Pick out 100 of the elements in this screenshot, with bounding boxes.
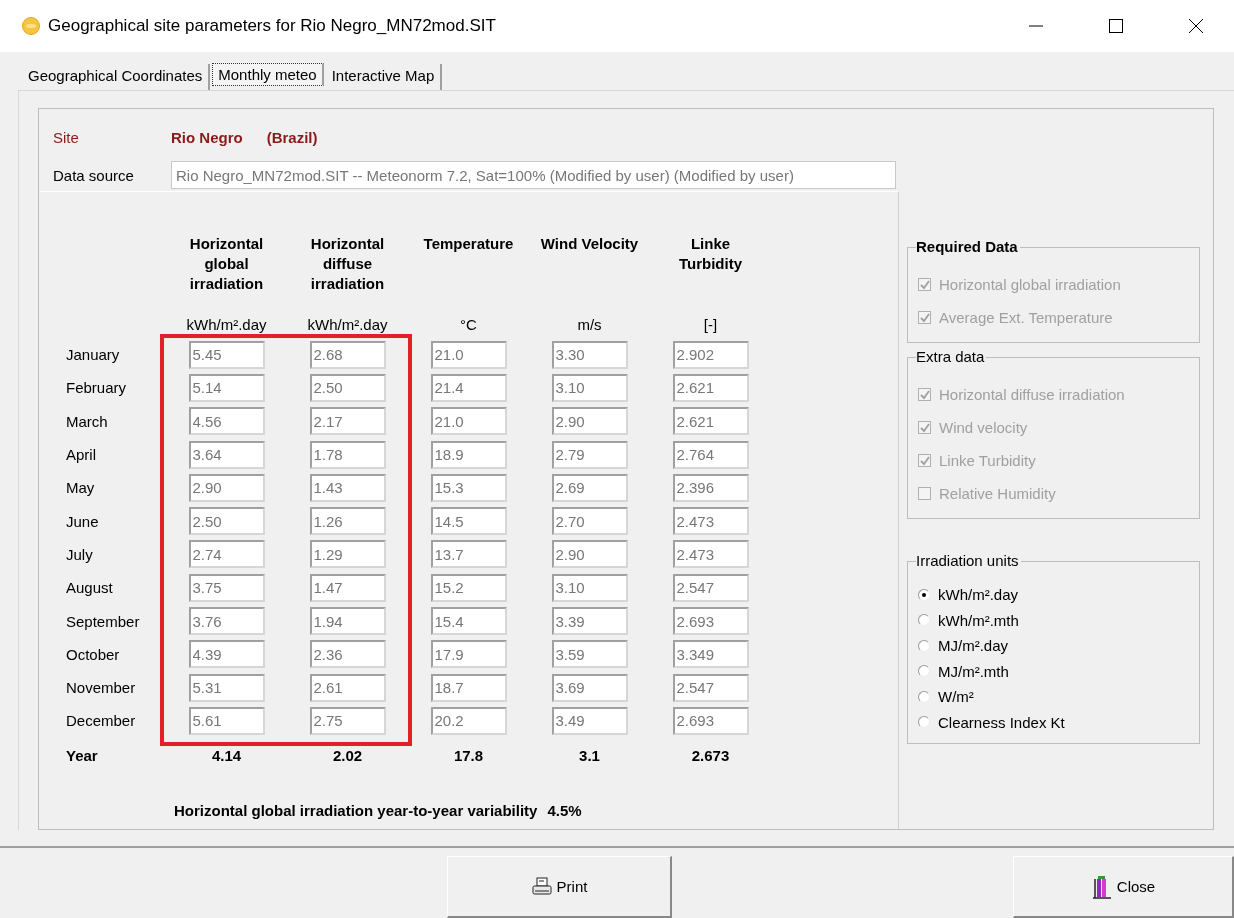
value-field[interactable]: 3.10 — [551, 373, 628, 402]
value-field[interactable]: 2.473 — [672, 540, 749, 569]
value-field[interactable]: 3.76 — [188, 607, 265, 635]
radio-button[interactable] — [918, 588, 930, 601]
value-field[interactable]: 2.74 — [188, 540, 265, 569]
value-field[interactable]: 2.70 — [551, 507, 628, 536]
value-field[interactable]: 2.693 — [672, 607, 749, 635]
month-label: April — [65, 446, 97, 464]
checkbox-label: Relative Humidity — [939, 485, 1056, 502]
value-field[interactable]: 3.30 — [551, 340, 628, 369]
value-field[interactable]: 2.693 — [672, 706, 749, 735]
value-field[interactable]: 1.43 — [309, 473, 386, 502]
close-button[interactable]: Close — [1013, 856, 1234, 918]
tab[interactable]: Monthly meteo — [212, 63, 324, 86]
site-label: Site — [53, 128, 80, 146]
site-country: (Brazil) — [266, 128, 318, 146]
value-field[interactable]: 3.59 — [551, 640, 628, 669]
checkbox-label: Horizontal global irradiation — [939, 276, 1121, 293]
value-field[interactable]: 2.764 — [672, 440, 749, 469]
value-field[interactable]: 20.2 — [430, 706, 507, 735]
value-field[interactable]: 2.621 — [672, 407, 749, 436]
value-field[interactable]: 3.349 — [672, 640, 749, 669]
door-icon — [1090, 874, 1113, 899]
print-button[interactable]: Print — [447, 856, 672, 918]
value-field[interactable]: 2.902 — [672, 340, 749, 369]
value-field[interactable]: 3.64 — [188, 440, 265, 469]
value-field[interactable]: 2.396 — [672, 473, 749, 502]
column-heading: Horizontal diffuse irradiation — [309, 234, 386, 294]
value-field[interactable]: 2.61 — [309, 673, 386, 702]
value-field[interactable]: 2.79 — [551, 440, 628, 469]
data-source-field[interactable]: Rio Negro_MN72mod.SIT -- Meteonorm 7.2, Sat=100% (Modified by user) (Modified by user) — [171, 161, 896, 189]
month-label: June — [65, 512, 100, 530]
month-label: October — [65, 645, 121, 663]
value-field[interactable]: 21.4 — [430, 373, 507, 402]
value-field[interactable]: 2.90 — [551, 407, 628, 436]
value-field[interactable]: 2.547 — [672, 573, 749, 602]
value-field[interactable]: 2.75 — [309, 706, 386, 735]
value-field[interactable]: 1.78 — [309, 440, 386, 469]
value-field[interactable]: 14.5 — [430, 507, 507, 536]
value-field[interactable]: 2.473 — [672, 507, 749, 536]
checkbox-label: Linke Turbidity — [939, 452, 1036, 469]
radio-button[interactable] — [918, 716, 930, 729]
value-field[interactable]: 3.75 — [188, 573, 265, 602]
value-field[interactable]: 18.7 — [430, 673, 507, 702]
radio-button[interactable] — [918, 614, 930, 627]
month-label: July — [65, 545, 94, 563]
value-field[interactable]: 4.56 — [188, 407, 265, 436]
value-field[interactable]: 18.9 — [430, 440, 507, 469]
year-label: Year — [65, 747, 99, 765]
value-field[interactable]: 1.29 — [309, 540, 386, 569]
value-field[interactable]: 2.68 — [309, 340, 386, 369]
month-label: February — [65, 379, 128, 397]
value-field[interactable]: 2.547 — [672, 673, 749, 702]
value-field[interactable]: 3.39 — [551, 607, 628, 635]
radio-label: kWh/m².mth — [938, 611, 1019, 629]
value-field[interactable]: 4.39 — [188, 640, 265, 669]
value-field[interactable]: 2.621 — [672, 373, 749, 402]
month-label: November — [65, 679, 137, 697]
column-heading: Temperature — [422, 234, 515, 254]
radio-label: W/m² — [938, 688, 974, 706]
window-title: Geographical site parameters for Rio Negro_MN72mod.SIT — [48, 16, 497, 36]
value-field[interactable]: 1.47 — [309, 573, 386, 602]
value-field[interactable]: 2.69 — [551, 473, 628, 502]
value-field[interactable]: 17.9 — [430, 640, 507, 669]
data-source-label: Data source — [53, 166, 135, 184]
value-field[interactable]: 2.17 — [309, 407, 386, 436]
value-field[interactable]: 2.50 — [188, 507, 265, 536]
value-field[interactable]: 5.14 — [188, 373, 265, 402]
value-field[interactable]: 1.94 — [309, 607, 386, 635]
value-field[interactable]: 13.7 — [430, 540, 507, 569]
value-field[interactable]: 5.31 — [188, 673, 265, 702]
value-field[interactable]: 5.61 — [188, 706, 265, 735]
value-field[interactable]: 3.69 — [551, 673, 628, 702]
value-field[interactable]: 2.36 — [309, 640, 386, 669]
value-field[interactable]: 3.49 — [551, 706, 628, 735]
value-field[interactable]: 2.50 — [309, 373, 386, 402]
radio-label: MJ/m².day — [938, 637, 1008, 655]
unit-label: m/s — [576, 315, 603, 333]
close-icon[interactable] — [1188, 18, 1204, 34]
value-field[interactable]: 2.90 — [551, 540, 628, 569]
value-field[interactable]: 1.26 — [309, 507, 386, 536]
group-title: Required Data — [916, 238, 1020, 256]
radio-button[interactable] — [918, 690, 930, 703]
unit-label: kWh/m².day — [306, 315, 389, 333]
value-field[interactable]: 5.45 — [188, 340, 265, 369]
value-field[interactable]: 15.3 — [430, 473, 507, 502]
radio-button[interactable] — [918, 665, 930, 678]
value-field[interactable]: 15.2 — [430, 573, 507, 602]
year-value: 4.14 — [210, 747, 243, 765]
checkbox-label: Wind velocity — [939, 419, 1028, 436]
variability-value: 4.5% — [547, 801, 582, 819]
value-field[interactable]: 15.4 — [430, 607, 507, 635]
maximize-icon[interactable] — [1108, 18, 1124, 34]
value-field[interactable]: 21.0 — [430, 407, 507, 436]
value-field[interactable]: 2.90 — [188, 473, 265, 502]
radio-button[interactable] — [918, 639, 930, 652]
value-field[interactable]: 3.10 — [551, 573, 628, 602]
value-field[interactable]: 21.0 — [430, 340, 507, 369]
checkbox-label: Average Ext. Temperature — [939, 309, 1113, 326]
month-label: May — [65, 479, 96, 497]
